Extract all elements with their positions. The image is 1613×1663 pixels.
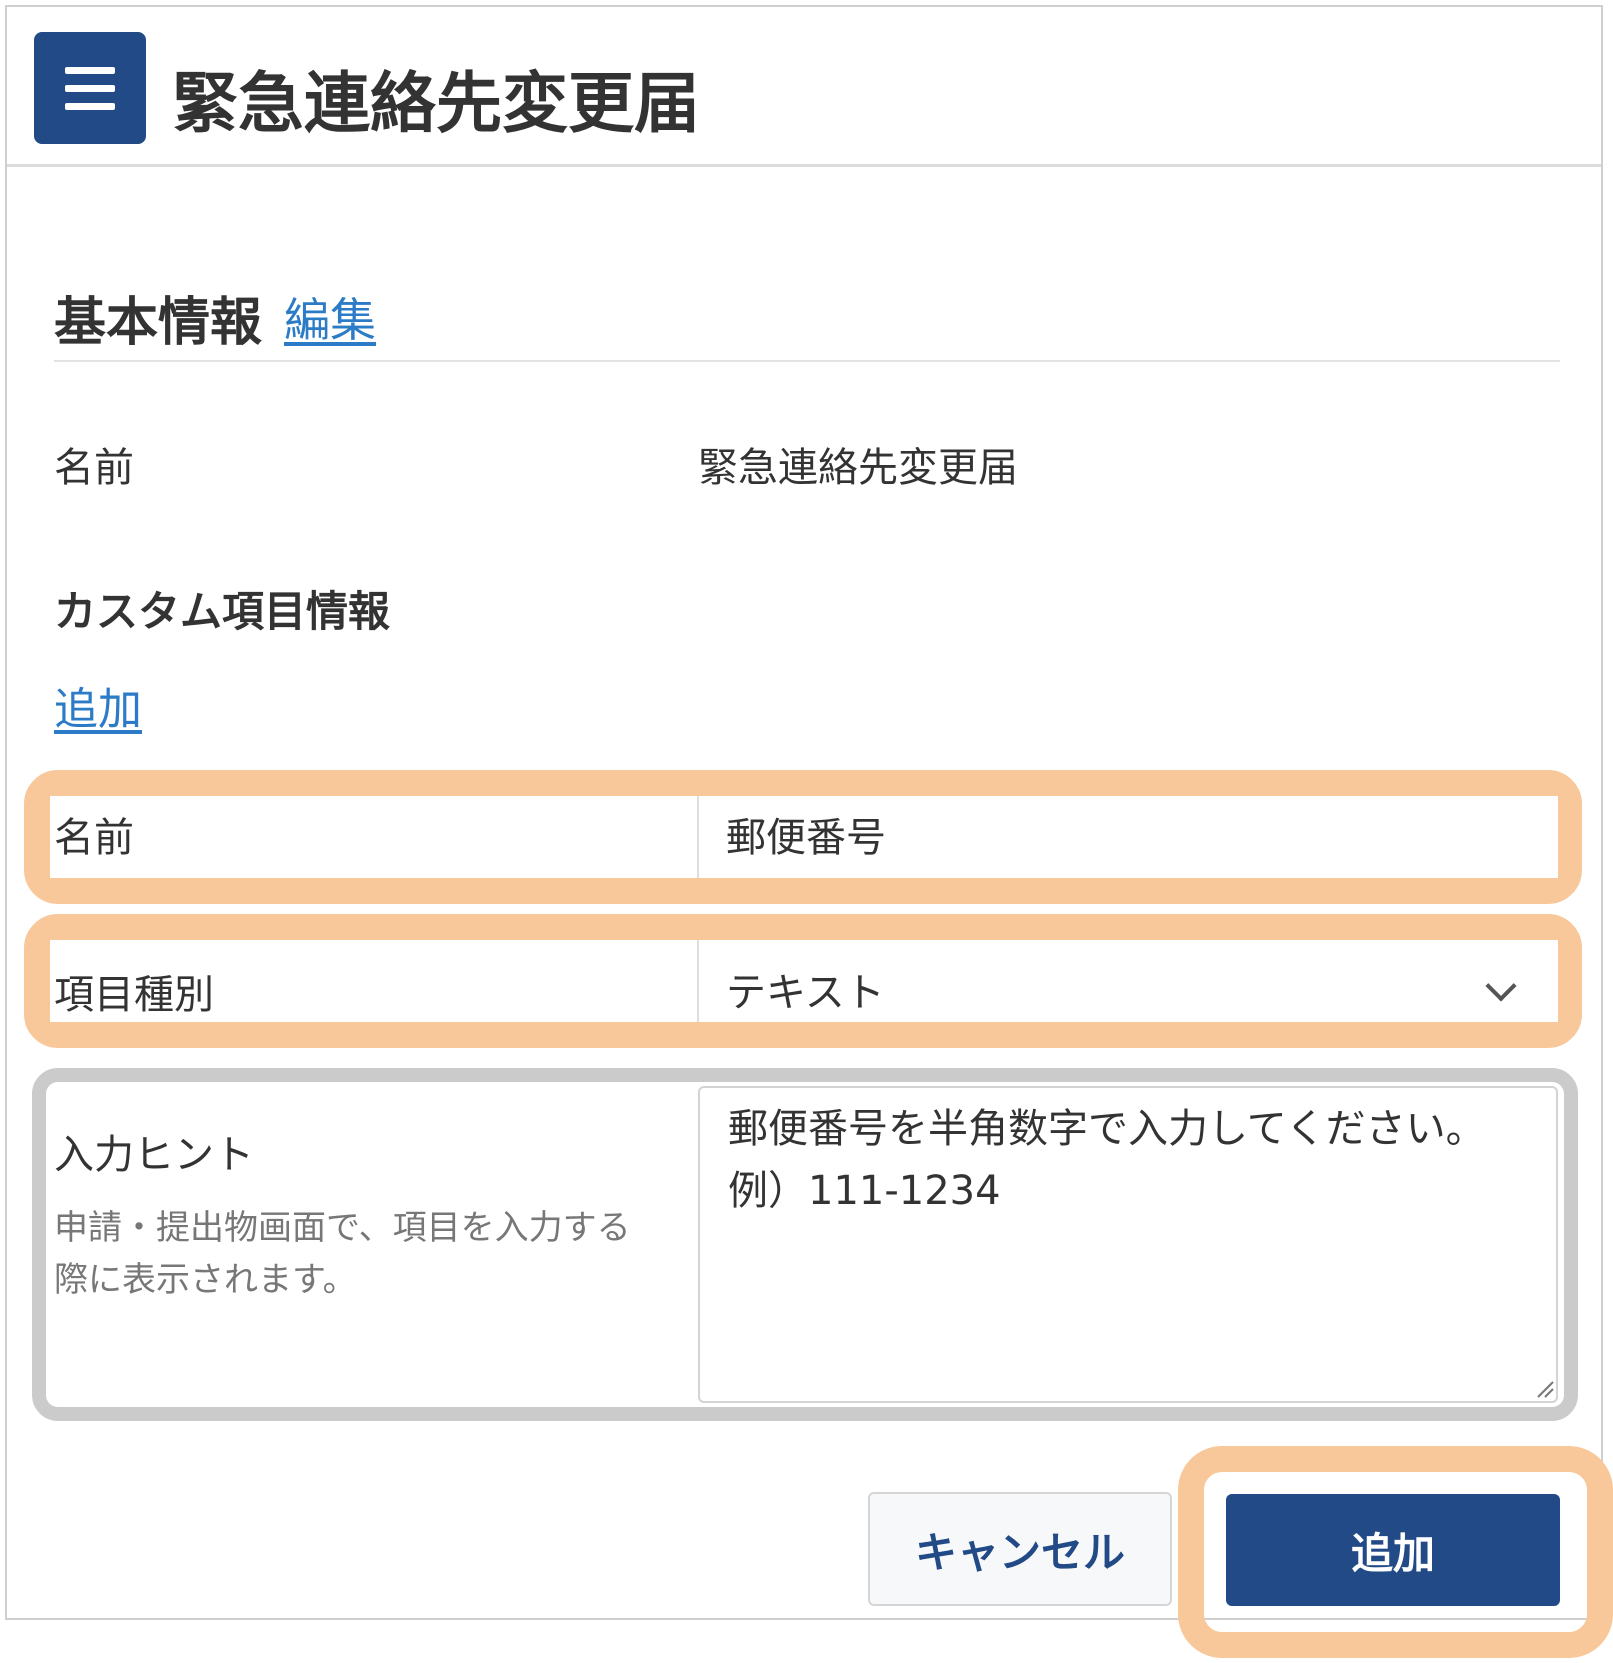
custom-fields-heading: カスタム項目情報 [54, 587, 391, 636]
row-divider [697, 940, 699, 1022]
section-divider [54, 360, 1560, 362]
basic-info-heading: 基本情報 [54, 293, 263, 353]
menu-icon [65, 103, 115, 110]
field-type-select[interactable]: テキスト [726, 960, 1526, 1020]
resize-handle-icon[interactable] [1536, 1380, 1554, 1398]
add-custom-field-link[interactable]: 追加 [54, 673, 142, 737]
name-value: 緊急連絡先変更届 [698, 445, 1018, 491]
menu-button[interactable] [34, 32, 146, 144]
cancel-button[interactable]: キャンセル [868, 1492, 1172, 1606]
page-title: 緊急連絡先変更届 [172, 65, 700, 142]
menu-icon [65, 67, 115, 74]
field-name-input[interactable]: 郵便番号 [726, 805, 886, 863]
name-label: 名前 [54, 445, 134, 491]
row-divider [697, 796, 699, 878]
hint-text-line-2: 例）111-1234 [728, 1168, 1001, 1214]
field-type-selected: テキスト [726, 970, 885, 1016]
edit-link[interactable]: 編集 [284, 284, 376, 350]
hint-text-line-1: 郵便番号を半角数字で入力してください。 [728, 1106, 1486, 1152]
field-type-label: 項目種別 [54, 972, 214, 1018]
add-button[interactable]: 追加 [1226, 1494, 1560, 1606]
hint-description: 申請・提出物画面で、項目を入力する際に表示されます。 [54, 1208, 631, 1300]
hint-label: 入力ヒント [54, 1132, 254, 1178]
cancel-button-label: キャンセル [914, 1527, 1125, 1577]
menu-icon [65, 85, 115, 92]
add-button-label: 追加 [1350, 1528, 1435, 1578]
field-name-label: 名前 [54, 815, 134, 861]
